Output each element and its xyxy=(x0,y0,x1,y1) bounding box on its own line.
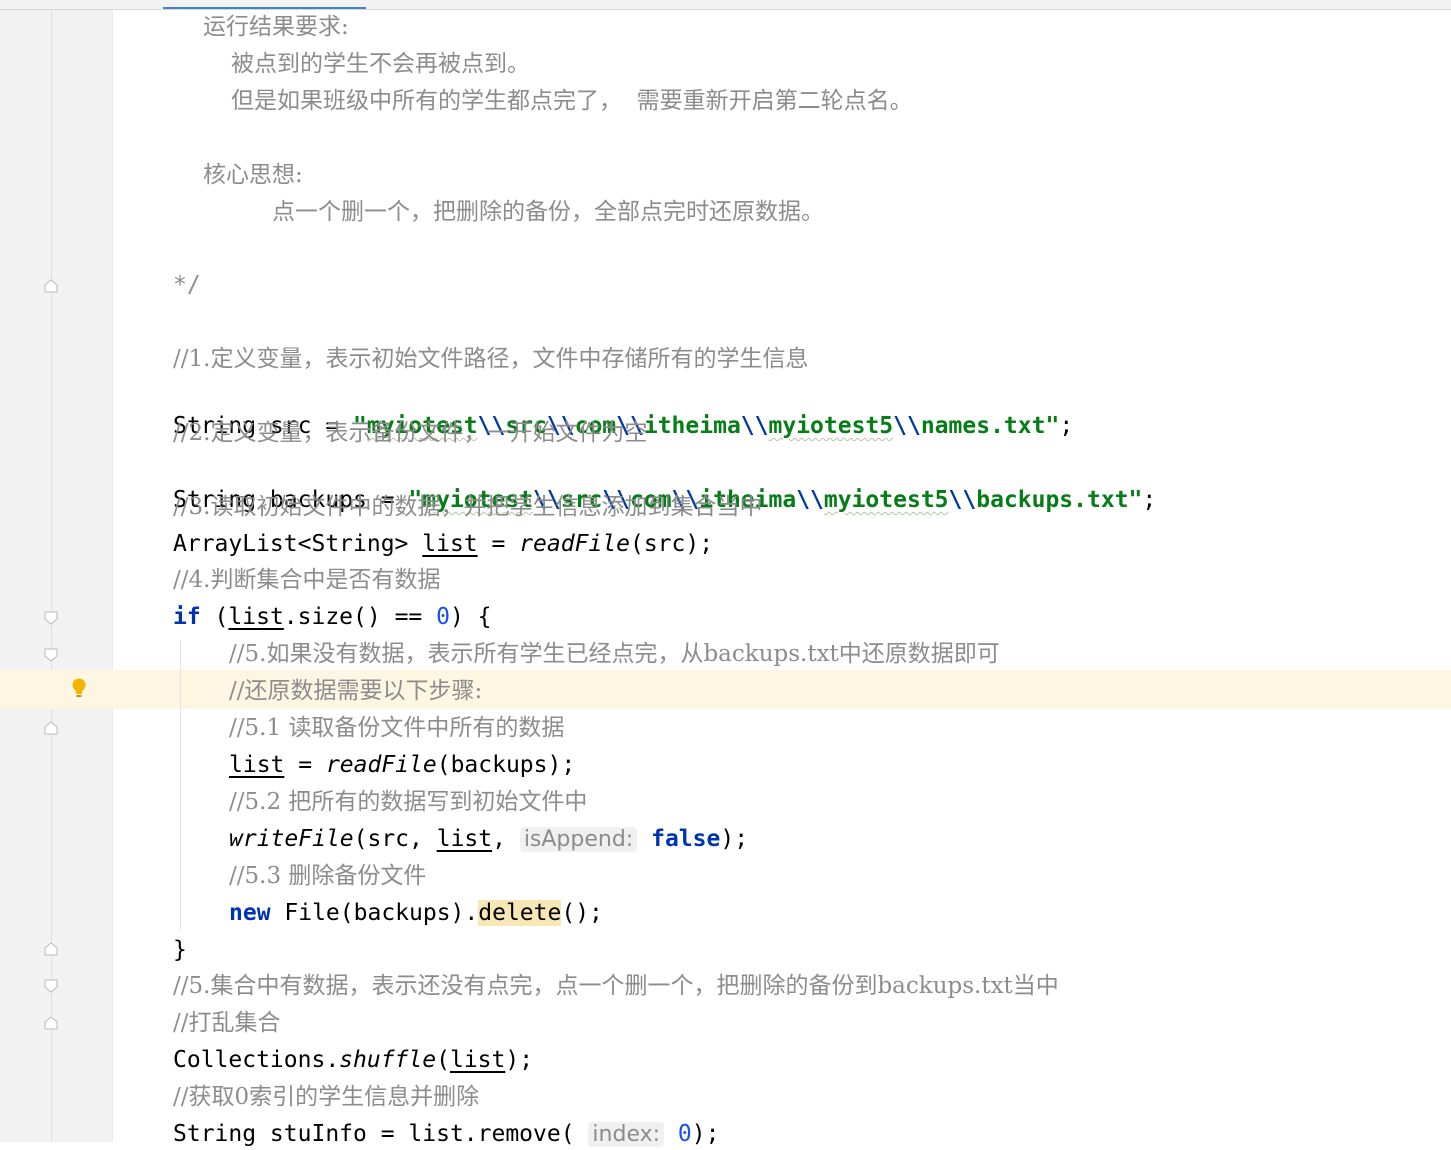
string-part: myiotest5 xyxy=(823,487,949,513)
comment-text: //还原数据需要以下步骤: xyxy=(229,678,483,704)
comment-text: //5.3 删除备份文件 xyxy=(229,863,427,889)
code-comment[interactable]: //5.2 把所有的数据写到初始文件中 xyxy=(229,787,587,817)
fold-start-icon[interactable] xyxy=(44,611,58,625)
code-text: , xyxy=(492,826,520,852)
method-call[interactable]: readFile xyxy=(326,752,437,778)
comment-text: //1.定义变量，表示初始文件路径，文件中存储所有的学生信息 xyxy=(173,346,809,372)
code-comment[interactable]: //获取0索引的学生信息并删除 xyxy=(173,1082,479,1112)
method-call[interactable]: shuffle xyxy=(339,1047,436,1073)
code-line-if[interactable]: if (list.size() == 0) { xyxy=(173,602,492,632)
code-text: (src, xyxy=(353,826,437,852)
code-text: (backups); xyxy=(436,752,576,778)
active-tab-indicator[interactable] xyxy=(163,7,366,9)
doc-comment-close: */ xyxy=(173,272,201,298)
method-call[interactable]: readFile xyxy=(519,531,630,557)
comment-text: //2.定义变量，表示备份文件，一开始文件为空 xyxy=(173,420,648,446)
method-call-highlighted[interactable]: delete xyxy=(478,900,562,926)
gutter-separator xyxy=(112,10,113,1142)
comment-text: //打乱集合 xyxy=(173,1010,281,1036)
code-comment[interactable]: //5.如果没有数据，表示所有学生已经点完，从backups.txt中还原数据即… xyxy=(229,639,1000,669)
fold-end-icon[interactable] xyxy=(44,1016,58,1030)
keyword: false xyxy=(651,826,721,852)
code-line-writefile[interactable]: writeFile(src, list, isAppend: false); xyxy=(229,824,748,855)
code-comment-current[interactable]: //还原数据需要以下步骤: xyxy=(229,676,482,706)
code-text: (); xyxy=(561,900,603,926)
number-literal: 0 xyxy=(677,1121,692,1147)
code-text: (src); xyxy=(629,531,714,557)
variable-list[interactable]: list xyxy=(437,826,492,852)
code-text: ArrayList<String> xyxy=(173,531,423,557)
code-line-remove[interactable]: String stuInfo = list.remove( index: 0); xyxy=(173,1119,719,1150)
number-literal: 0 xyxy=(436,604,450,630)
lightbulb-icon[interactable] xyxy=(71,677,87,699)
code-text: ); xyxy=(720,826,749,852)
indent-guide xyxy=(180,640,181,930)
fold-end-icon[interactable] xyxy=(44,942,58,956)
variable-list[interactable]: list xyxy=(422,531,477,557)
comment-text: //获取0索引的学生信息并删除 xyxy=(173,1084,480,1110)
doc-heading-requirement: 运行结果要求: xyxy=(203,14,349,40)
code-comment[interactable]: //5.3 删除备份文件 xyxy=(229,861,426,891)
string-part: names.txt xyxy=(920,413,1046,439)
code-line-read-backups[interactable]: list = readFile(backups); xyxy=(229,750,575,780)
doc-requirement-line: 被点到的学生不会再被点到。 xyxy=(231,51,530,77)
fold-end-icon[interactable] xyxy=(44,279,58,293)
line-number-separator xyxy=(51,10,52,1142)
variable-list[interactable]: list xyxy=(229,752,284,778)
doc-requirement-line: 但是如果班级中所有的学生都点完了， 需要重新开启第二轮点名。 xyxy=(231,88,913,114)
code-text: .size() == xyxy=(283,604,437,630)
code-comment[interactable]: //3.读取初始文件中的数据，并把学生信息添加到集合当中 xyxy=(173,492,762,522)
code-comment[interactable]: //5.集合中有数据，表示还没有点完，点一个删一个，把删除的备份到backups… xyxy=(173,971,1059,1001)
code-text: = xyxy=(477,531,520,557)
fold-start-icon[interactable] xyxy=(44,648,58,662)
string-part: myiotest5 xyxy=(768,413,894,439)
code-text: ); xyxy=(691,1121,720,1147)
code-line-readfile[interactable]: ArrayList<String> list = readFile(src); xyxy=(173,529,713,559)
code-text: String stuInfo = list.remove( xyxy=(173,1121,589,1147)
method-call[interactable]: writeFile xyxy=(229,826,354,852)
editor-tab-bar xyxy=(0,0,1451,10)
code-text: ) { xyxy=(449,604,492,630)
code-text: ( xyxy=(436,1047,450,1073)
string-part: itheima xyxy=(643,413,741,439)
current-line-highlight xyxy=(0,670,1451,709)
comment-text: //5.2 把所有的数据写到初始文件中 xyxy=(229,789,588,815)
code-comment[interactable]: //打乱集合 xyxy=(173,1008,281,1038)
comment-text: //5.1 读取备份文件中所有的数据 xyxy=(229,715,565,741)
parameter-hint: index: xyxy=(588,1122,665,1147)
string-part: backups.txt xyxy=(976,487,1129,513)
code-line-delete[interactable]: new File(backups).delete(); xyxy=(229,898,603,928)
code-text: ); xyxy=(505,1047,534,1073)
code-comment[interactable]: //2.定义变量，表示备份文件，一开始文件为空 xyxy=(173,418,647,448)
keyword: new xyxy=(229,900,271,926)
code-comment[interactable]: //1.定义变量，表示初始文件路径，文件中存储所有的学生信息 xyxy=(173,344,808,374)
variable-list[interactable]: list xyxy=(228,604,283,630)
variable-list[interactable]: list xyxy=(450,1047,505,1073)
comment-text: //4.判断集合中是否有数据 xyxy=(173,567,441,593)
parameter-hint: isAppend: xyxy=(519,827,638,852)
doc-idea-line: 点一个删一个，把删除的备份，全部点完时还原数据。 xyxy=(272,199,824,225)
comment-text: //5.如果没有数据，表示所有学生已经点完，从backups.txt中还原数据即… xyxy=(229,641,1000,667)
code-close-brace[interactable]: } xyxy=(173,935,187,965)
comment-text: //5.集合中有数据，表示还没有点完，点一个删一个，把删除的备份到backups… xyxy=(173,973,1059,999)
code-text: ( xyxy=(200,604,229,630)
editor-gutter xyxy=(0,10,113,1142)
code-text: = xyxy=(284,752,326,778)
comment-text: //3.读取初始文件中的数据，并把学生信息添加到集合当中 xyxy=(173,494,763,520)
code-comment[interactable]: //4.判断集合中是否有数据 xyxy=(173,565,440,595)
code-text: Collections. xyxy=(173,1047,340,1073)
fold-end-icon[interactable] xyxy=(44,721,58,735)
code-text: File(backups). xyxy=(270,900,479,926)
doc-heading-idea: 核心思想: xyxy=(203,162,303,188)
keyword: if xyxy=(173,604,201,630)
code-line-shuffle[interactable]: Collections.shuffle(list); xyxy=(173,1045,533,1075)
fold-start-icon[interactable] xyxy=(44,979,58,993)
code-comment[interactable]: //5.1 读取备份文件中所有的数据 xyxy=(229,713,564,743)
